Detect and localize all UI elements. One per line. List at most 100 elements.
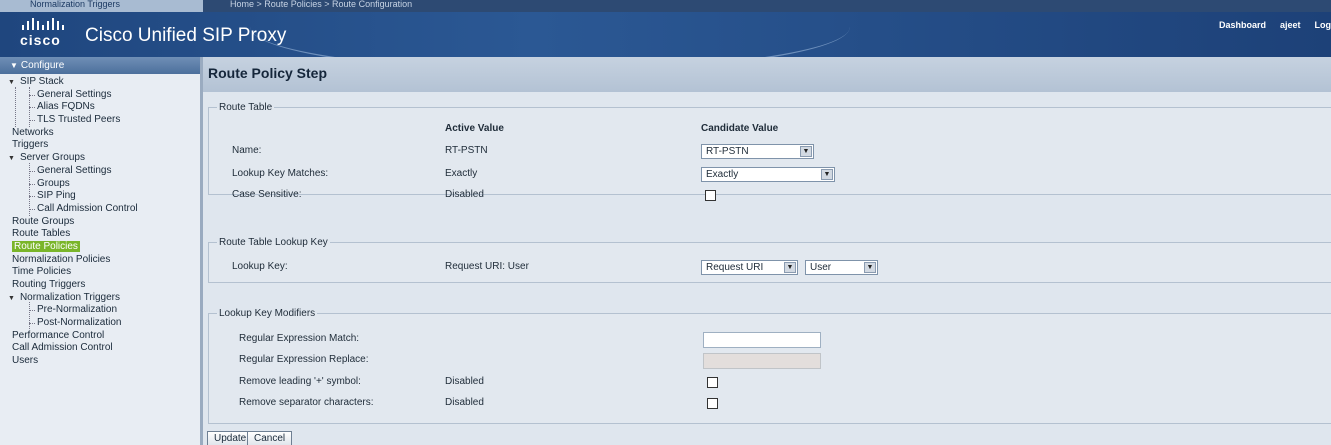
breadcrumb: Home > Route Policies > Route Configurat…	[230, 0, 413, 9]
sidebar-item-label: Users	[12, 355, 39, 367]
sidebar-item-route-policies[interactable]: Route Policies	[0, 240, 200, 254]
sidebar-item-label: Server Groups	[19, 152, 85, 164]
app-title: Cisco Unified SIP Proxy	[85, 25, 287, 46]
sidebar-item-label: Performance Control	[12, 329, 105, 341]
lookup-matches-label: Lookup Key Matches:	[232, 168, 329, 179]
sidebar-item-label: Normalization Triggers	[19, 291, 120, 303]
cisco-logo: cisco	[20, 18, 70, 52]
chevron-down-icon: ▼	[784, 262, 796, 273]
sidebar-item-performance-control[interactable]: Performance Control	[0, 330, 200, 343]
chevron-down-icon: ▼	[800, 146, 812, 157]
sidebar: ▼ Configure ▼ SIP Stack General Settings Ali…	[0, 57, 203, 445]
active-value-header: Active Value	[445, 123, 504, 134]
sidebar-item-normalization-triggers[interactable]: ▼ Normalization Triggers	[0, 292, 200, 305]
sidebar-item-sip-stack[interactable]: ▼ SIP Stack	[0, 76, 200, 89]
sidebar-item-label: Route Tables	[12, 228, 71, 240]
regex-match-label: Regular Expression Match:	[239, 333, 360, 344]
sidebar-section-configure[interactable]: ▼ Configure	[0, 57, 200, 74]
sidebar-item-triggers[interactable]: Triggers	[0, 139, 200, 152]
sidebar-item-label: Routing Triggers	[12, 279, 86, 290]
sidebar-item-alias-fqdns[interactable]: Alias FQDNs	[0, 101, 200, 114]
sidebar-item-label: Pre-Normalization	[37, 304, 118, 316]
sidebar-item-call-admission-control[interactable]: Call Admission Control	[0, 342, 200, 355]
expand-triangle-icon[interactable]: ▼	[8, 295, 15, 302]
sidebar-item-users[interactable]: Users	[0, 355, 200, 368]
lookup-matches-value: Exactly	[706, 169, 739, 180]
dashboard-link[interactable]: Dashboard	[1219, 20, 1266, 30]
header-swoosh-decoration	[250, 12, 850, 57]
name-label: Name:	[232, 145, 262, 156]
modifiers-legend: Lookup Key Modifiers	[219, 308, 316, 319]
lookup-key-active-value: Request URI: User	[445, 261, 529, 272]
sidebar-item-post-normalization[interactable]: Post-Normalization	[0, 317, 200, 330]
sidebar-item-label: Call Admission Control	[37, 202, 138, 214]
sidebar-item-label: Normalization Policies	[12, 253, 111, 265]
lookup-key-field-value: Request URI	[706, 262, 764, 273]
remove-plus-active-value: Disabled	[445, 376, 484, 387]
expand-triangle-icon[interactable]: ▼	[8, 79, 15, 86]
remove-plus-checkbox[interactable]	[707, 377, 718, 388]
sidebar-item-server-groups[interactable]: ▼ Server Groups	[0, 152, 200, 165]
regex-replace-label: Regular Expression Replace:	[239, 354, 369, 365]
sidebar-item-label: Time Policies	[12, 266, 72, 278]
sidebar-item-sip-ping[interactable]: SIP Ping	[0, 190, 200, 203]
top-strip: Normalization Triggers Home > Route Poli…	[0, 0, 1331, 12]
lookup-matches-select[interactable]: Exactly ▼	[701, 167, 835, 182]
remove-separator-label: Remove separator characters:	[239, 397, 374, 408]
regex-replace-input[interactable]	[703, 353, 821, 369]
logout-link[interactable]: Log	[1315, 20, 1331, 30]
app-header: cisco Cisco Unified SIP Proxy Dashboard …	[0, 12, 1331, 57]
sidebar-item-label: Post-Normalization	[37, 317, 122, 329]
expand-triangle-icon[interactable]: ▼	[8, 155, 15, 162]
candidate-value-header: Candidate Value	[701, 123, 779, 134]
sidebar-item-label: General Settings	[37, 88, 112, 100]
sidebar-item-label: Networks	[12, 126, 54, 138]
sidebar-item-general-settings[interactable]: General Settings	[0, 165, 200, 178]
lookup-key-part-select[interactable]: User ▼	[805, 260, 878, 275]
user-link[interactable]: ajeet	[1280, 20, 1301, 30]
page-title: Route Policy Step	[203, 57, 1331, 92]
lookup-key-field-select[interactable]: Request URI ▼	[701, 260, 798, 275]
sidebar-item-route-tables[interactable]: Route Tables	[0, 228, 200, 241]
sidebar-item-label: Alias FQDNs	[37, 101, 95, 113]
lookup-key-legend: Route Table Lookup Key	[219, 237, 328, 248]
modifiers-fieldset: Lookup Key Modifiers Regular Expression …	[208, 308, 1331, 424]
remove-separator-checkbox[interactable]	[707, 398, 718, 409]
sidebar-item-label: SIP Ping	[37, 190, 76, 202]
route-table-legend: Route Table	[219, 102, 273, 113]
sidebar-item-groups[interactable]: Groups	[0, 178, 200, 191]
sidebar-item-call-admission-control[interactable]: Call Admission Control	[0, 203, 200, 216]
sidebar-item-label: SIP Stack	[19, 76, 64, 87]
sidebar-item-route-groups[interactable]: Route Groups	[0, 216, 200, 229]
cancel-button[interactable]: Cancel	[247, 431, 293, 445]
regex-match-input[interactable]	[703, 332, 821, 348]
sidebar-item-label: Route Groups	[12, 215, 75, 227]
sidebar-item-tls-trusted-peers[interactable]: TLS Trusted Peers	[0, 114, 200, 127]
sidebar-item-general-settings[interactable]: General Settings	[0, 89, 200, 102]
logo-text: cisco	[20, 32, 61, 48]
sidebar-item-routing-triggers[interactable]: Routing Triggers	[0, 279, 200, 292]
name-active-value: RT-PSTN	[445, 145, 488, 156]
sidebar-item-label: TLS Trusted Peers	[37, 114, 121, 126]
sidebar-item-normalization-policies[interactable]: Normalization Policies	[0, 254, 200, 267]
case-sensitive-active-value: Disabled	[445, 189, 484, 200]
case-sensitive-label: Case Sensitive:	[232, 189, 302, 200]
sidebar-item-label: Triggers	[12, 139, 49, 151]
chevron-down-icon: ▼	[821, 169, 833, 180]
lookup-key-fieldset: Route Table Lookup Key Lookup Key: Reque…	[208, 237, 1331, 283]
sidebar-item-time-policies[interactable]: Time Policies	[0, 266, 200, 279]
sidebar-item-pre-normalization[interactable]: Pre-Normalization	[0, 304, 200, 317]
lookup-matches-active-value: Exactly	[445, 168, 478, 179]
cisco-bars-icon	[22, 18, 70, 30]
sidebar-item-label: Call Admission Control	[12, 342, 113, 354]
collapse-triangle-icon: ▼	[10, 61, 18, 70]
sidebar-item-label: General Settings	[37, 164, 112, 176]
route-table-name-select[interactable]: RT-PSTN ▼	[701, 144, 814, 159]
lookup-key-part-value: User	[810, 262, 832, 273]
remove-plus-label: Remove leading '+' symbol:	[239, 376, 361, 387]
case-sensitive-checkbox[interactable]	[705, 190, 716, 201]
sidebar-item-networks[interactable]: Networks	[0, 127, 200, 140]
lookup-key-label: Lookup Key:	[232, 261, 288, 272]
sidebar-item-label: Groups	[37, 177, 70, 189]
remove-separator-active-value: Disabled	[445, 397, 484, 408]
